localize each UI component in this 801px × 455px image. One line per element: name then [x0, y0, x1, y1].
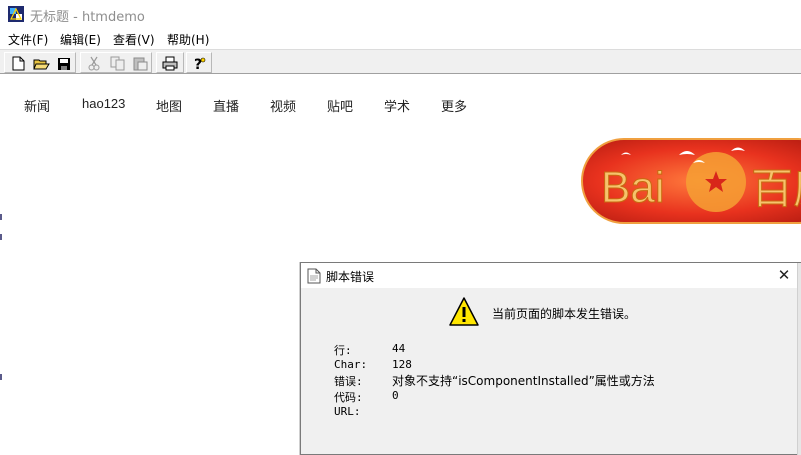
nav-link-tieba[interactable]: 贴吧 — [327, 96, 353, 115]
window-title: 无标题 - htmdemo — [30, 10, 145, 25]
dialog-title: 脚本错误 — [326, 270, 375, 284]
char-label: Char: — [334, 358, 368, 371]
menu-edit[interactable]: 编辑(E) — [60, 31, 101, 48]
url-label: URL: — [334, 405, 361, 418]
save-disk-icon[interactable] — [55, 55, 73, 72]
menu-bar: 文件(F) 编辑(E) 查看(V) 帮助(H) — [0, 28, 801, 49]
code-label: 代码: — [334, 391, 363, 404]
open-folder-icon[interactable] — [32, 55, 50, 72]
help-question-icon[interactable]: ? — [190, 55, 208, 72]
toolbar-group-print — [156, 52, 184, 73]
nav-link-video[interactable]: 视频 — [270, 96, 296, 115]
error-message: 当前页面的脚本发生错误。 — [492, 307, 637, 321]
menu-file[interactable]: 文件(F) — [8, 31, 48, 48]
toolbar: ? — [0, 49, 801, 74]
app-icon — [8, 6, 24, 22]
new-document-icon[interactable] — [9, 55, 27, 72]
warning-icon — [449, 297, 479, 326]
nav-link-more[interactable]: 更多 — [441, 96, 467, 115]
copy-icon[interactable] — [108, 55, 126, 72]
menu-view[interactable]: 查看(V) — [113, 31, 155, 48]
error-label: 错误: — [334, 375, 363, 388]
document-icon — [307, 268, 321, 284]
edge-mark — [0, 214, 2, 220]
line-label: 行: — [334, 344, 352, 357]
nav-link-hao123[interactable]: hao123 — [82, 96, 125, 111]
edge-mark — [0, 374, 2, 380]
char-value: 128 — [392, 358, 412, 371]
baidu-logo[interactable]: Bai 百度 — [581, 137, 801, 225]
nav-link-map[interactable]: 地图 — [156, 96, 182, 115]
toolbar-group-edit — [80, 52, 152, 73]
nav-link-news[interactable]: 新闻 — [24, 96, 50, 115]
dialog-titlebar[interactable]: 脚本错误 ✕ — [301, 263, 800, 288]
script-error-dialog: 脚本错误 ✕ 当前页面的脚本发生错误。 行: 44 Char: 128 错误: … — [300, 262, 801, 455]
menu-help[interactable]: 帮助(H) — [167, 31, 209, 48]
toolbar-group-help: ? — [186, 52, 212, 73]
edge-mark — [0, 234, 2, 240]
logo-cn-text: 百度 — [751, 164, 801, 213]
window-titlebar: 无标题 - htmdemo — [0, 0, 801, 28]
close-icon[interactable]: ✕ — [771, 265, 797, 285]
line-value: 44 — [392, 342, 406, 355]
code-value: 0 — [392, 389, 399, 402]
nav-link-live[interactable]: 直播 — [213, 96, 239, 115]
logo-latin-text: Bai — [601, 163, 665, 212]
toolbar-group-file — [4, 52, 76, 73]
cut-icon[interactable] — [85, 55, 103, 72]
dialog-scrollbar[interactable] — [797, 263, 801, 455]
error-value: 对象不支持“isComponentInstalled”属性或方法 — [392, 374, 655, 388]
paste-icon[interactable] — [131, 55, 149, 72]
nav-link-academic[interactable]: 学术 — [384, 96, 410, 115]
print-icon[interactable] — [161, 55, 179, 72]
